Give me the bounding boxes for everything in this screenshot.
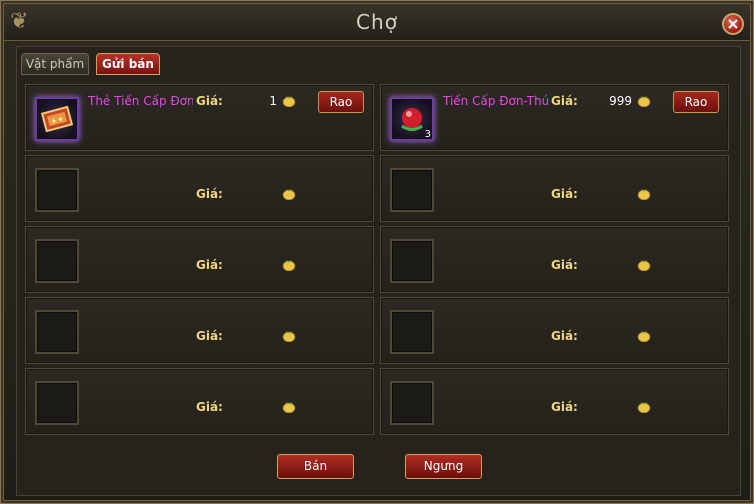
price-label: Giá: (196, 329, 223, 343)
gold-bag-icon (282, 96, 296, 107)
price-label: Giá: (551, 400, 578, 414)
listing-slot[interactable]: 3 Tiến Cấp Đơn-Thú Giá: 999 Rao (380, 84, 729, 151)
gold-bag-icon (637, 331, 651, 342)
price-value: 1 (269, 94, 277, 108)
empty-item-slot[interactable] (35, 310, 79, 354)
price-label: Giá: (196, 400, 223, 414)
listing-slot[interactable]: Giá: (380, 226, 729, 293)
item-name: Thẻ Tiến Cấp Đơn (88, 94, 193, 108)
price-value: 999 (609, 94, 632, 108)
gold-bag-icon (637, 189, 651, 200)
item-quantity: 3 (424, 129, 431, 140)
item-icon-slot[interactable]: 3 (390, 97, 434, 141)
empty-item-slot[interactable] (390, 381, 434, 425)
empty-item-slot[interactable] (390, 239, 434, 283)
empty-item-slot[interactable] (35, 168, 79, 212)
listing-slot[interactable]: Giá: (25, 155, 374, 222)
empty-item-slot[interactable] (390, 168, 434, 212)
price-label: Giá: (551, 94, 578, 108)
advertise-button[interactable]: Rao (318, 91, 364, 113)
sell-button[interactable]: Bán (277, 454, 354, 479)
tab-consign[interactable]: Gửi bán (96, 53, 160, 75)
market-window: ❦ Chợ Vật phẩm Gửi bán ✦✦ Thẻ Tiến Cấp Đ… (0, 0, 754, 504)
stop-button[interactable]: Ngưng (405, 454, 482, 479)
item-icon-slot[interactable]: ✦✦ (35, 97, 79, 141)
listing-grid: ✦✦ Thẻ Tiến Cấp Đơn Giá: 1 Rao 3 Tiến Cấ… (21, 79, 747, 441)
card-scroll-icon: ✦✦ (40, 105, 74, 133)
listing-slot[interactable]: Giá: (380, 368, 729, 435)
price-label: Giá: (551, 329, 578, 343)
item-name: Tiến Cấp Đơn-Thú (443, 94, 548, 108)
gold-bag-icon (282, 189, 296, 200)
price-label: Giá: (551, 258, 578, 272)
price-label: Giá: (196, 94, 223, 108)
listing-slot[interactable]: Giá: (380, 297, 729, 364)
close-icon (728, 19, 738, 29)
gold-bag-icon (282, 331, 296, 342)
gold-bag-icon (637, 260, 651, 271)
title-bar[interactable]: ❦ Chợ (4, 4, 750, 41)
price-label: Giá: (196, 187, 223, 201)
empty-item-slot[interactable] (35, 381, 79, 425)
advertise-button[interactable]: Rao (673, 91, 719, 113)
gold-bag-icon (282, 260, 296, 271)
listing-slot[interactable]: Giá: (25, 368, 374, 435)
empty-item-slot[interactable] (390, 310, 434, 354)
price-label: Giá: (551, 187, 578, 201)
window-title: Chợ (356, 10, 398, 34)
gold-bag-icon (637, 96, 651, 107)
gold-bag-icon (637, 402, 651, 413)
gold-bag-icon (282, 402, 296, 413)
listing-slot[interactable]: ✦✦ Thẻ Tiến Cấp Đơn Giá: 1 Rao (25, 84, 374, 151)
tab-items[interactable]: Vật phẩm (21, 53, 89, 75)
close-button[interactable] (722, 13, 744, 35)
empty-item-slot[interactable] (35, 239, 79, 283)
listing-slot[interactable]: Giá: (380, 155, 729, 222)
listing-slot[interactable]: Giá: (25, 297, 374, 364)
price-label: Giá: (196, 258, 223, 272)
listing-slot[interactable]: Giá: (25, 226, 374, 293)
